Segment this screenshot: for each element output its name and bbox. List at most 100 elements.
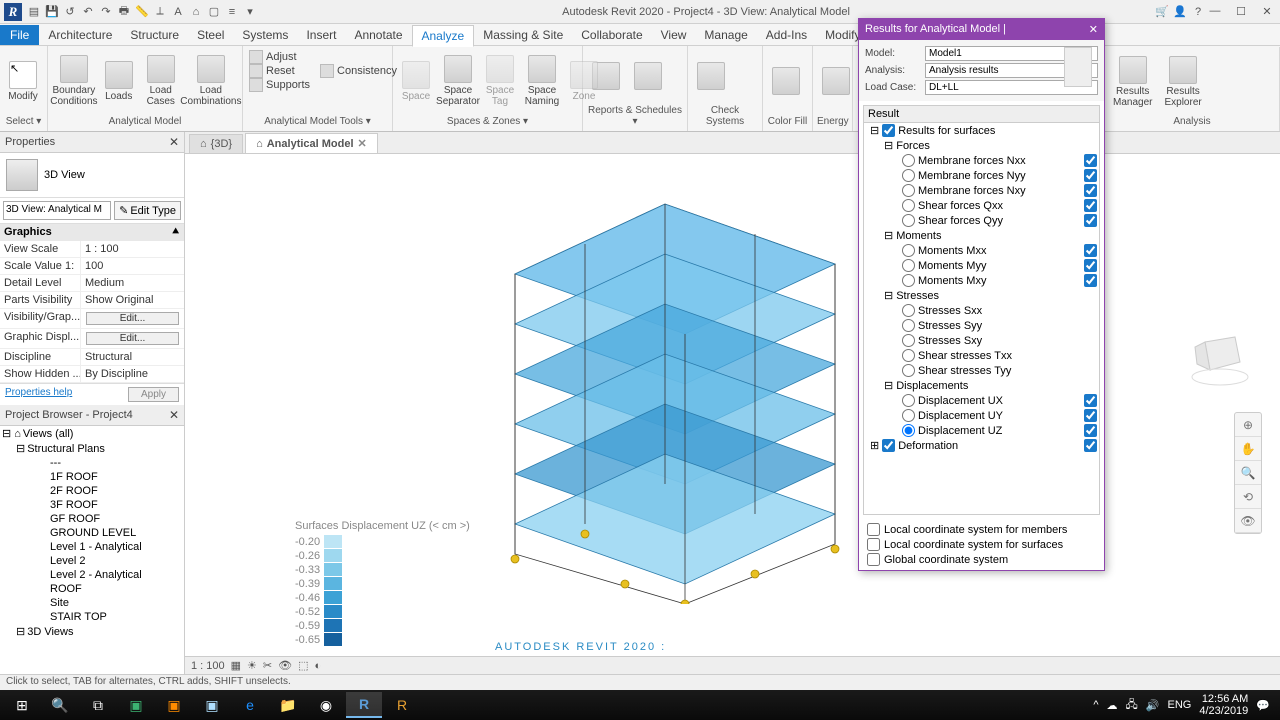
type-selector[interactable]: 3D View: Analytical M [3,201,111,220]
taskview-button[interactable]: ⧉ [80,692,116,718]
apply-button[interactable]: Apply [128,387,179,402]
result-item[interactable]: Moments Mxy [864,273,1099,288]
load-combinations-button[interactable]: Load Combinations [184,53,238,109]
vb-icon[interactable]: ✂ [263,659,272,672]
tray-notif-icon[interactable]: 💬 [1256,699,1270,712]
nav-fullnav-icon[interactable]: ⊕ [1235,413,1261,437]
browser-item[interactable]: 2F ROOF [0,484,184,498]
schedules-button[interactable] [629,60,667,92]
info-center-icon[interactable]: 🛒 [1154,4,1170,20]
browser-item[interactable]: ROOF [0,582,184,596]
tb-chrome[interactable]: ◉ [308,692,344,718]
browser-close-icon[interactable]: ✕ [169,408,179,422]
close-button[interactable]: ✕ [1258,5,1276,18]
results-dialog[interactable]: Results for Analytical Model |✕ Model:Mo… [858,18,1105,571]
tab-view[interactable]: View [652,25,696,45]
vb-icon[interactable]: ◐ [315,660,322,672]
browser-item[interactable]: GROUND LEVEL [0,526,184,540]
result-item[interactable]: Membrane forces Nxx [864,153,1099,168]
results-manager-button[interactable]: Results Manager [1109,54,1156,110]
vb-icon[interactable]: ▦ [231,659,241,672]
browser-item[interactable]: STAIR TOP [0,610,184,624]
tray-lang[interactable]: ENG [1168,699,1192,711]
properties-help-link[interactable]: Properties help [5,387,72,402]
result-item[interactable]: Stresses Sxy [864,333,1099,348]
prop-row[interactable]: Scale Value 1:100 [0,258,184,275]
prop-row[interactable]: Detail LevelMedium [0,275,184,292]
browser-3dviews[interactable]: ⊟3D Views [0,624,184,639]
browser-item[interactable]: Level 1 - Analytical [0,540,184,554]
loads-button[interactable]: Loads [100,59,138,104]
nav-pan-icon[interactable]: ✋ [1235,437,1261,461]
vb-icon[interactable]: 👁 [278,659,292,672]
result-item[interactable]: Moments Myy [864,258,1099,273]
result-item[interactable]: Stresses Sxx [864,303,1099,318]
tab-systems[interactable]: Systems [233,25,297,45]
tab-insert[interactable]: Insert [297,25,345,45]
prop-row[interactable]: Show Hidden ...By Discipline [0,366,184,383]
help-icon[interactable]: ? [1190,4,1206,20]
cb-surfaces[interactable] [882,124,895,137]
node-stresses[interactable]: Stresses [896,290,939,302]
tab-close-icon[interactable]: ✕ [358,137,367,150]
search-button[interactable]: 🔍 [42,692,78,718]
coord-members[interactable]: Local coordinate system for members [867,523,1096,536]
panel-spaces-zones[interactable]: Spaces & Zones ▾ [397,114,578,129]
reset-button[interactable]: Reset [249,64,310,78]
file-menu[interactable]: File [0,25,39,45]
tb-edge[interactable]: e [232,692,268,718]
qat-print-icon[interactable]: 🖶 [116,4,132,20]
qat-close-icon[interactable]: ▾ [242,4,258,20]
consistency-button[interactable]: Consistency [320,50,397,92]
nav-look-icon[interactable]: 👁 [1235,509,1261,533]
qat-sync-icon[interactable]: ↺ [62,4,78,20]
panel-analytical-tools[interactable]: Analytical Model Tools ▾ [247,114,388,129]
panel-select[interactable]: Select ▾ [4,114,43,129]
node-moments[interactable]: Moments [896,230,941,242]
supports-button[interactable]: Supports [249,78,310,92]
result-item[interactable]: Shear forces Qyy [864,213,1099,228]
node-displacements[interactable]: Displacements [896,380,968,392]
result-item[interactable]: Displacement UX [864,393,1099,408]
tray-up-icon[interactable]: ^ [1093,699,1098,711]
results-close-icon[interactable]: ✕ [1089,23,1098,36]
panel-reports[interactable]: Reports & Schedules ▾ [587,103,683,129]
modify-button[interactable]: ↖Modify [4,59,42,104]
qat-redo-icon[interactable]: ↷ [98,4,114,20]
minimize-button[interactable]: — [1206,5,1224,18]
tray-net-icon[interactable]: 🖧 [1126,696,1138,715]
tab-addins[interactable]: Add-Ins [757,25,816,45]
qat-3d-icon[interactable]: ⌂ [188,4,204,20]
view-tab-analytical[interactable]: ⌂Analytical Model✕ [245,133,378,153]
qat-save-icon[interactable]: 💾 [44,4,60,20]
result-item[interactable]: Moments Mxx [864,243,1099,258]
result-item[interactable]: Membrane forces Nyy [864,168,1099,183]
colorfill-button[interactable] [767,65,805,97]
expand-icon[interactable]: ⯅ [171,226,180,239]
qat-measure-icon[interactable]: 📏 [134,4,150,20]
result-item[interactable]: Displacement UY [864,408,1099,423]
tab-annotate[interactable]: Annotate [345,25,411,45]
result-item[interactable]: Shear stresses Tyy [864,363,1099,378]
tb-app1[interactable]: ▣ [118,692,154,718]
node-forces[interactable]: Forces [896,140,930,152]
space-tag-button[interactable]: Space Tag [481,53,519,109]
check-systems-button[interactable] [692,60,730,92]
cb-deformation[interactable] [882,439,895,452]
prop-row[interactable]: Graphic Displ...Edit... [0,329,184,349]
tray-cloud-icon[interactable]: ☁ [1107,699,1118,712]
result-item[interactable]: Stresses Syy [864,318,1099,333]
chk-deform[interactable] [1084,439,1097,452]
tb-app2[interactable]: ▣ [156,692,192,718]
prop-row[interactable]: Parts VisibilityShow Original [0,292,184,309]
prop-row[interactable]: Visibility/Grap...Edit... [0,309,184,329]
result-item[interactable]: Shear stresses Txx [864,348,1099,363]
tb-app4[interactable]: R [384,692,420,718]
browser-root[interactable]: ⊟ ⌂Views (all) [0,426,184,441]
edit-type-button[interactable]: ✎Edit Type [114,201,181,220]
properties-close-icon[interactable]: ✕ [169,135,179,149]
tb-explorer[interactable]: 📁 [270,692,306,718]
view-scale[interactable]: 1 : 100 [191,660,225,672]
space-naming-button[interactable]: Space Naming [523,53,561,109]
tab-massing[interactable]: Massing & Site [474,25,572,45]
